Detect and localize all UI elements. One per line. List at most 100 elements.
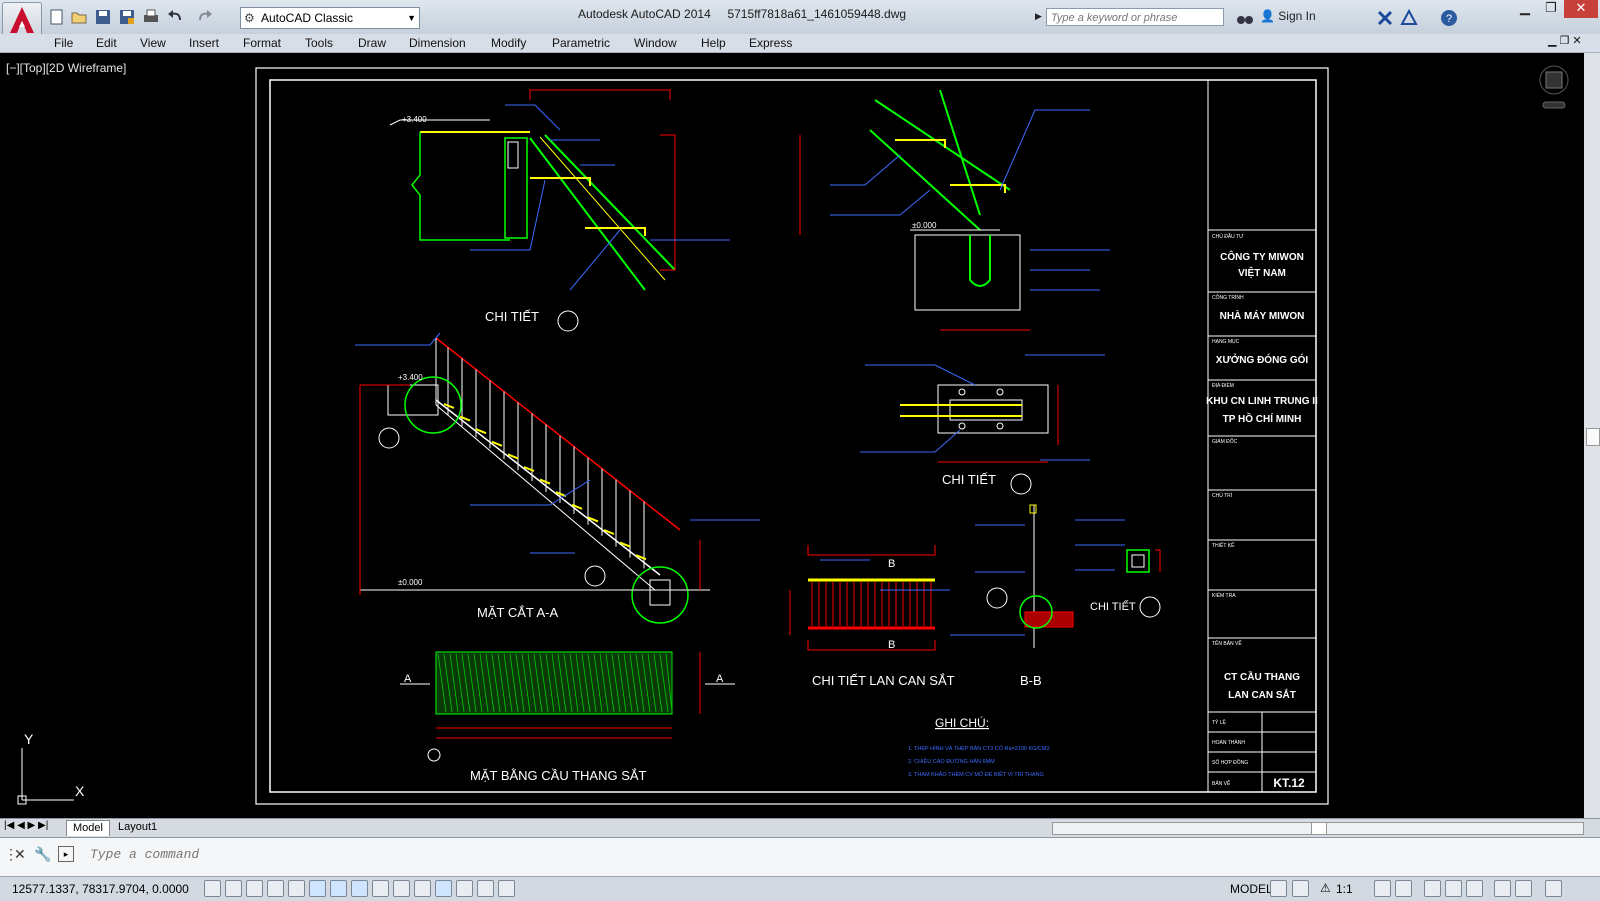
cursor-coordinates[interactable]: 12577.1337, 78317.9704, 0.0000 — [12, 882, 189, 896]
ortho-mode-icon[interactable] — [267, 880, 284, 897]
section-mark-b-top: B — [888, 558, 895, 570]
help-icon[interactable]: ? — [1440, 9, 1458, 27]
quick-view-drawings-icon[interactable] — [1292, 880, 1309, 897]
menu-window[interactable]: Window — [634, 36, 677, 50]
save-icon[interactable] — [94, 8, 112, 26]
save-as-icon[interactable] — [118, 8, 136, 26]
tab-navigation-arrows[interactable]: |◀ ◀ ▶ ▶| — [4, 820, 48, 831]
object-snap-tracking-icon[interactable] — [351, 880, 368, 897]
isolate-objects-icon[interactable] — [1494, 880, 1511, 897]
tb-owner-line2: VIỆT NAM — [1238, 266, 1286, 279]
minimize-button[interactable]: ▁ — [1512, 0, 1538, 18]
horizontal-scrollbar[interactable] — [1052, 822, 1584, 835]
quick-properties-icon[interactable] — [456, 880, 473, 897]
close-icon[interactable]: ✕ — [14, 846, 26, 863]
section-bb-drawing: B-B CHI TIẾT — [975, 504, 1161, 688]
annotation-monitor-icon[interactable] — [498, 880, 515, 897]
window-title: Autodesk AutoCAD 2014 5715ff7818a61_1461… — [578, 7, 906, 21]
open-folder-icon[interactable] — [70, 8, 88, 26]
redo-icon[interactable] — [196, 8, 214, 26]
tab-model[interactable]: Model — [66, 820, 110, 836]
infer-constraints-icon[interactable] — [204, 880, 221, 897]
new-file-icon[interactable] — [48, 8, 66, 26]
detail-3-title: CHI TIẾT — [1090, 600, 1136, 613]
annotation-scale[interactable]: 1:1 — [1336, 882, 1353, 896]
drawing-viewport[interactable]: [−][Top][2D Wireframe] CHỦ ĐẦU TƯ CÔNG T… — [0, 53, 1584, 818]
maximize-button[interactable]: ❐ — [1538, 0, 1564, 18]
gear-icon: ⚙ — [244, 11, 255, 25]
viewcube-icon[interactable] — [1539, 65, 1569, 109]
annotation-scale-icon[interactable]: ⚠ — [1320, 881, 1331, 895]
level-top-1: +3.400 — [402, 115, 427, 124]
model-space-toggle[interactable]: MODEL — [1230, 882, 1273, 896]
play-arrow-icon[interactable]: ▶ — [1035, 11, 1042, 22]
annotation-visibility-icon[interactable] — [1374, 880, 1391, 897]
ucs-y-label: Y — [24, 731, 34, 747]
detail-1-drawing: +3.400 CHI TIẾT — [389, 89, 730, 332]
menu-tools[interactable]: Tools — [305, 36, 333, 50]
vertical-scroll-thumb[interactable] — [1586, 428, 1600, 446]
menu-express[interactable]: Express — [749, 36, 792, 50]
transparency-icon[interactable] — [435, 880, 452, 897]
polar-tracking-icon[interactable] — [288, 880, 305, 897]
dynamic-ucs-icon[interactable] — [372, 880, 389, 897]
menu-parametric[interactable]: Parametric — [552, 36, 610, 50]
menu-modify[interactable]: Modify — [491, 36, 526, 50]
command-history-icon[interactable]: ▸ — [58, 846, 74, 862]
vertical-scrollbar[interactable] — [1584, 53, 1600, 818]
plan-title: MẶT BẰNG CẦU THANG SẮT — [470, 768, 647, 783]
lightbulb-icon[interactable] — [1515, 880, 1532, 897]
binoculars-icon[interactable] — [1236, 9, 1254, 27]
tb-owner-line1: CÔNG TY MIWON — [1220, 250, 1304, 263]
lock-icon[interactable] — [1445, 880, 1462, 897]
autodesk-360-icon[interactable] — [1400, 9, 1418, 27]
menu-dimension[interactable]: Dimension — [409, 36, 466, 50]
print-icon[interactable] — [142, 8, 160, 26]
object-snap-icon[interactable] — [309, 880, 326, 897]
menu-view[interactable]: View — [140, 36, 166, 50]
lineweight-icon[interactable] — [414, 880, 431, 897]
snap-mode-icon[interactable] — [225, 880, 242, 897]
auto-scale-icon[interactable] — [1395, 880, 1412, 897]
quick-view-layouts-icon[interactable] — [1270, 880, 1287, 897]
level-top-2: +3.400 — [398, 373, 423, 382]
search-input[interactable]: Type a keyword or phrase — [1046, 8, 1224, 26]
tb-item-label: HẠNG MỤC — [1212, 339, 1240, 345]
command-input[interactable]: Type a command — [90, 847, 199, 862]
menu-format[interactable]: Format — [243, 36, 281, 50]
wrench-icon[interactable]: 🔧 — [34, 846, 51, 863]
note-1: 1. THÉP HÌNH VÀ THÉP BẢN CT3 CÓ Ra=2100 … — [908, 745, 1050, 752]
application-menu-button[interactable] — [2, 2, 42, 38]
doc-window-controls[interactable]: ▁ ❐ ✕ — [1548, 34, 1582, 47]
close-button[interactable]: ✕ — [1564, 0, 1598, 18]
grid-display-icon[interactable] — [246, 880, 263, 897]
tb-sheet-name-line2: LAN CAN SẮT — [1228, 688, 1296, 701]
menu-file[interactable]: File — [54, 36, 73, 50]
section-mark-a-right: A — [716, 673, 724, 685]
menu-draw[interactable]: Draw — [358, 36, 386, 50]
sign-in-button[interactable]: 👤 Sign In — [1260, 9, 1316, 23]
menu-help[interactable]: Help — [701, 36, 726, 50]
tab-layout1[interactable]: Layout1 — [112, 820, 163, 835]
selection-cycling-icon[interactable] — [477, 880, 494, 897]
detail-2-drawing: ±0.000 — [799, 89, 1110, 331]
drawing-canvas: CHỦ ĐẦU TƯ CÔNG TRÌNH HẠNG MỤC ĐỊA ĐIỂM … — [17, 65, 1569, 805]
level-ground-1: ±0.000 — [912, 221, 937, 230]
tb-director-label: GIÁM ĐỐC — [1212, 438, 1238, 445]
chevron-down-icon: ▼ — [407, 13, 416, 23]
clean-screen-icon[interactable] — [1545, 880, 1562, 897]
horizontal-scroll-thumb[interactable] — [1311, 823, 1327, 834]
undo-icon[interactable] — [166, 8, 184, 26]
app-name: Autodesk AutoCAD 2014 — [578, 7, 711, 21]
note-2: 2. CHIỀU CAO ĐƯỜNG HÀN 6MM — [908, 758, 995, 765]
dynamic-input-icon[interactable] — [393, 880, 410, 897]
menu-edit[interactable]: Edit — [96, 36, 117, 50]
workspace-dropdown[interactable]: ⚙ AutoCAD Classic ▼ — [240, 7, 420, 29]
3d-osnap-icon[interactable] — [330, 880, 347, 897]
sheet-inner-border — [269, 79, 1317, 793]
hardware-acceleration-icon[interactable] — [1466, 880, 1483, 897]
workspace-switching-icon[interactable] — [1424, 880, 1441, 897]
exchange-x-icon[interactable] — [1376, 9, 1394, 27]
menu-insert[interactable]: Insert — [189, 36, 219, 50]
tb-chief-label: CHỦ TRÌ — [1212, 492, 1233, 499]
